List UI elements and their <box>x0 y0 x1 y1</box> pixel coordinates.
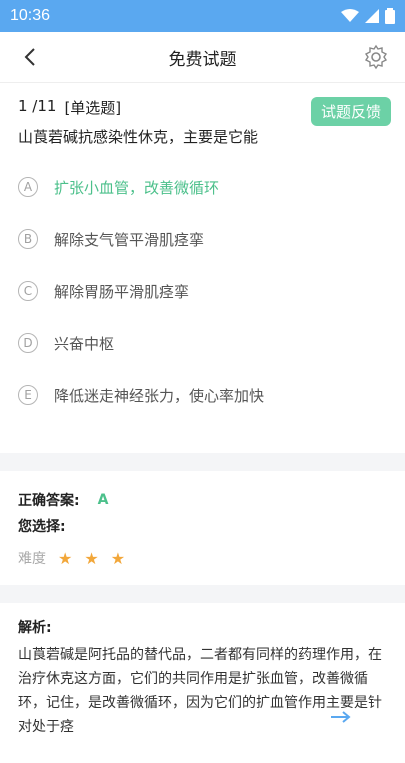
option-b[interactable]: B 解除支气管平滑肌痉挛 <box>18 227 387 251</box>
back-arrow-icon[interactable] <box>18 44 44 70</box>
correct-answer-row: 正确答案: A <box>18 487 387 513</box>
option-a[interactable]: A 扩张小血管，改善微循环 <box>18 175 387 199</box>
analysis-card: 解析: 山莨菪碱是阿托品的替代品，二者都有同样的药理作用，在治疗休克这方面，它们… <box>0 603 405 763</box>
section-divider <box>0 585 405 603</box>
analysis-title: 解析: <box>18 620 52 636</box>
difficulty-stars: ★ ★ ★ <box>46 549 125 568</box>
your-choice-row: 您选择: <box>18 513 387 539</box>
question-card: 1 /11 [单选题] 试题反馈 山莨菪碱抗感染性休克，主要是它能 A 扩张小血… <box>0 83 405 453</box>
option-text: 兴奋中枢 <box>54 334 115 353</box>
correct-answer-label: 正确答案: <box>18 493 80 509</box>
analysis-text: 山莨菪碱是阿托品的替代品，二者都有同样的药理作用，在治疗休克这方面，它们的共同作… <box>18 647 382 735</box>
status-time: 10:36 <box>10 7 51 24</box>
option-d[interactable]: D 兴奋中枢 <box>18 331 387 355</box>
header: 免费试题 <box>0 32 405 83</box>
next-arrow-icon[interactable] <box>329 710 353 724</box>
option-text: 扩张小血管，改善微循环 <box>54 178 220 197</box>
gear-icon[interactable] <box>363 44 389 70</box>
option-text: 降低迷走神经张力，使心率加快 <box>54 386 265 405</box>
status-bar: 10:36 <box>0 0 405 32</box>
status-icons <box>341 8 395 24</box>
page-title: 免费试题 <box>168 49 237 70</box>
section-divider <box>0 453 405 471</box>
correct-answer-value: A <box>97 492 109 508</box>
question-text: 山莨菪碱抗感染性休克，主要是它能 <box>18 128 259 146</box>
difficulty-row: 难度 ★ ★ ★ <box>18 545 387 571</box>
star-icon: ★ <box>84 548 99 568</box>
star-icon: ★ <box>110 548 126 568</box>
question-type: [单选题] <box>64 99 122 117</box>
your-choice-label: 您选择: <box>18 519 66 535</box>
option-letter: B <box>18 229 38 249</box>
answer-card: 正确答案: A 您选择: 难度 ★ ★ ★ <box>0 471 405 585</box>
option-e[interactable]: E 降低迷走神经张力，使心率加快 <box>18 383 387 407</box>
star-icon: ★ <box>58 548 73 568</box>
option-text: 解除支气管平滑肌痉挛 <box>54 230 205 249</box>
option-text: 解除胃肠平滑肌痉挛 <box>54 282 190 301</box>
question-index: 1 /11 <box>18 97 57 115</box>
difficulty-label: 难度 <box>18 551 46 567</box>
signal-icon <box>365 9 379 23</box>
option-letter: E <box>18 385 38 405</box>
option-letter: A <box>18 177 38 197</box>
option-letter: C <box>18 281 38 301</box>
feedback-button[interactable]: 试题反馈 <box>310 97 391 126</box>
option-c[interactable]: C 解除胃肠平滑肌痉挛 <box>18 279 387 303</box>
wifi-icon <box>341 9 359 22</box>
battery-icon <box>385 8 395 24</box>
option-letter: D <box>18 333 38 353</box>
